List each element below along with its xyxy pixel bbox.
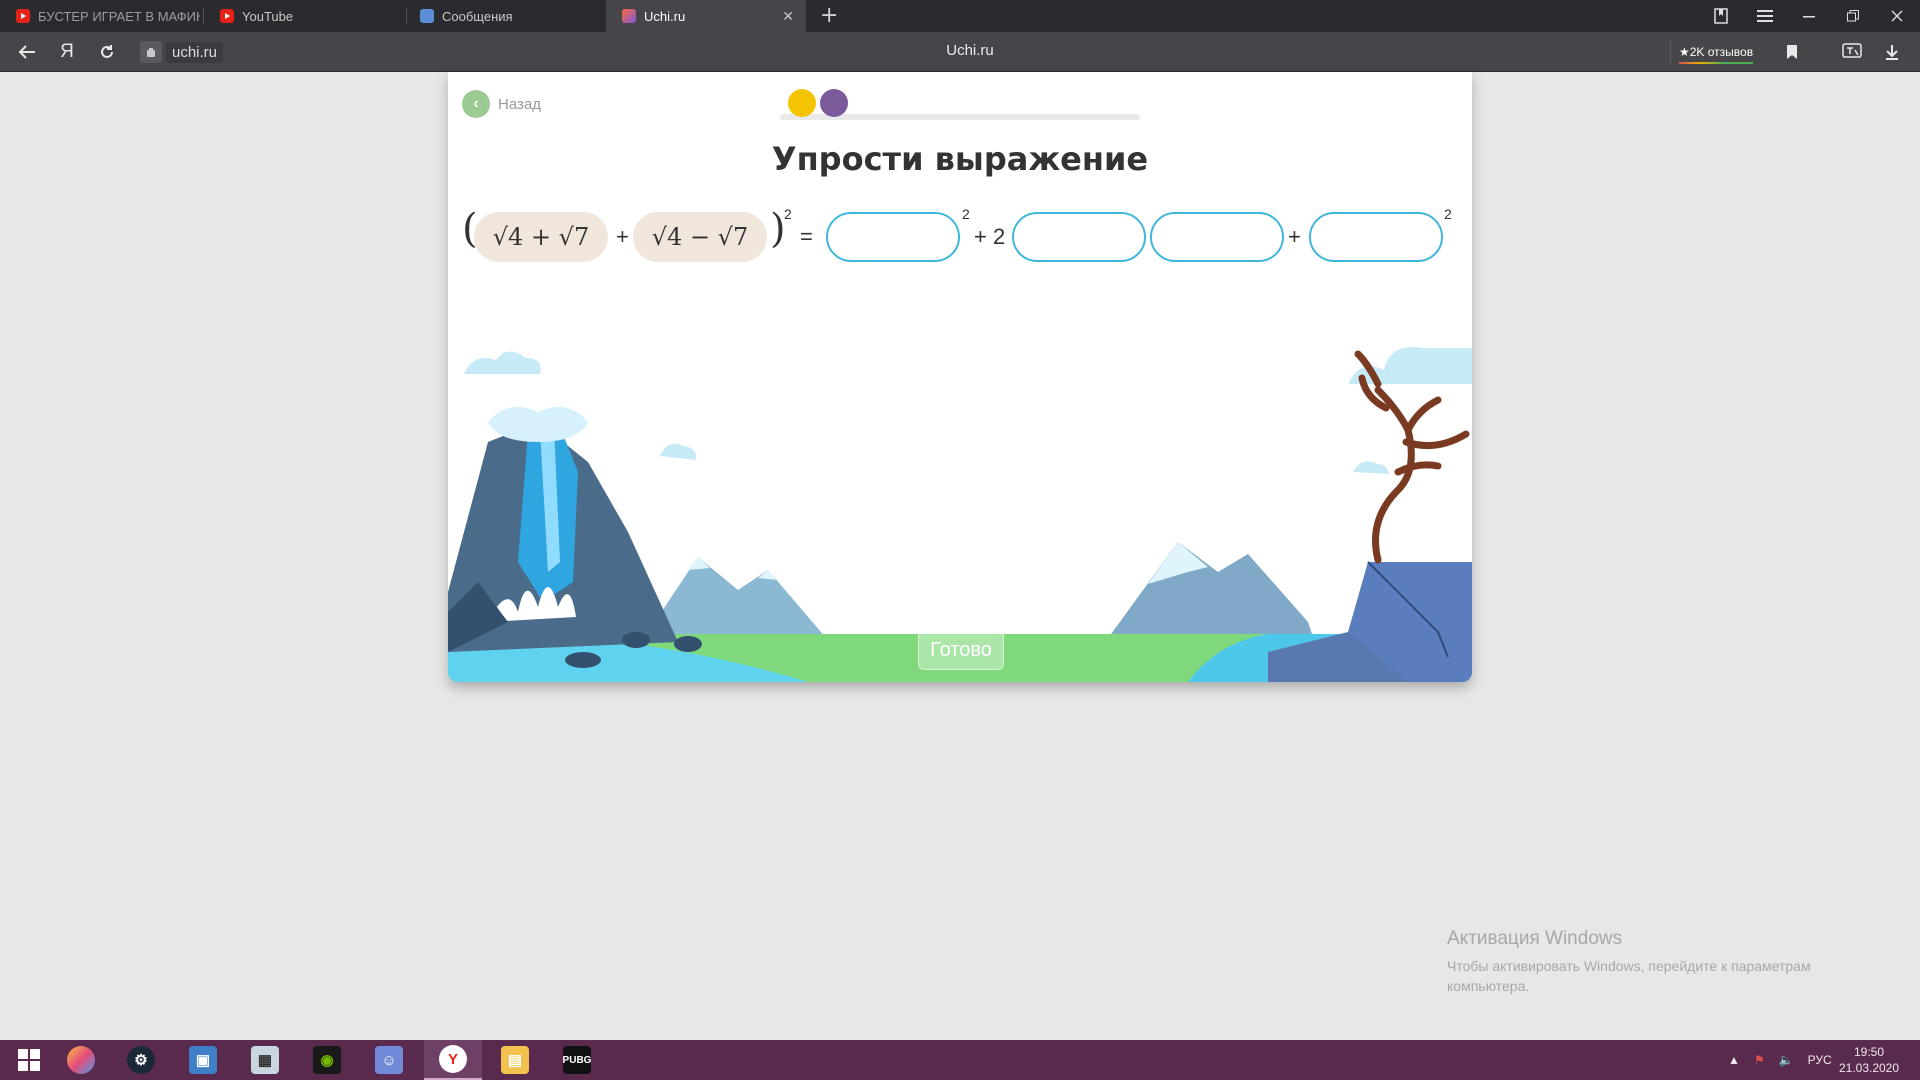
answer-input-3[interactable]	[1150, 212, 1284, 262]
restore-icon[interactable]	[1831, 0, 1875, 32]
taskbar-files[interactable]: ▤	[486, 1040, 544, 1080]
equals-sign: =	[800, 224, 813, 249]
discord-icon: ☺	[375, 1046, 403, 1074]
progress-dot-done	[788, 89, 816, 117]
steam-icon: ⚙	[127, 1046, 155, 1074]
stone-shape	[565, 652, 601, 668]
exponent: 2	[962, 206, 970, 222]
answer-input-1[interactable]	[826, 212, 960, 262]
tab-bar: БУСТЕР ИГРАЕТ В МАФИЮ YouTube Сообщения …	[0, 0, 1920, 32]
taskbar-pubg[interactable]: PUBG	[548, 1040, 606, 1080]
taskbar-discord[interactable]: ☺	[360, 1040, 418, 1080]
close-window-icon[interactable]	[1875, 0, 1919, 32]
task-card: ‹ Назад Упрости выражение ( √4 + √7 + √4…	[448, 72, 1472, 682]
new-tab-button[interactable]: +	[820, 3, 838, 28]
term-2-text: √4 − √7	[651, 223, 749, 251]
answer-input-4[interactable]	[1309, 212, 1443, 262]
page-title: Uchi.ru	[946, 42, 994, 59]
term-1-text: √4 + √7	[492, 223, 590, 251]
tab-label: БУСТЕР ИГРАЕТ В МАФИЮ	[38, 8, 200, 24]
tab-label: YouTube	[242, 8, 294, 24]
yandex-browser-icon: Y	[439, 1045, 467, 1073]
plus-sign: +	[616, 224, 629, 249]
taskbar: ⚙ ▣ ▦ ◉ ☺ Y ▤ PUBG ▲ ⚑ 🔈 РУС 19:50 21.03…	[0, 1040, 1920, 1080]
close-icon[interactable]: ✕	[782, 8, 794, 25]
files-icon: ▤	[501, 1046, 529, 1074]
minimize-icon[interactable]	[1787, 0, 1831, 32]
bookmarks-panel-icon[interactable]	[1699, 0, 1743, 32]
reviews-rating-bar	[1679, 62, 1754, 64]
taskbar-steam[interactable]: ⚙	[112, 1040, 170, 1080]
plus-two: + 2	[974, 224, 1006, 249]
translate-icon[interactable]	[1834, 32, 1870, 72]
pubg-icon: PUBG	[563, 1046, 591, 1074]
youtube-icon	[220, 9, 234, 23]
done-button[interactable]: Готово	[918, 630, 1004, 670]
tab-label: Uchi.ru	[644, 8, 686, 24]
uchi-icon	[622, 9, 636, 23]
tab-label: Сообщения	[442, 8, 513, 24]
tab-uchi[interactable]: Uchi.ru ✕	[606, 0, 806, 32]
landscape-illustration	[448, 346, 1472, 682]
stone-shape	[622, 632, 650, 648]
bookmark-icon[interactable]	[1774, 32, 1810, 72]
windows-start-button[interactable]	[0, 1040, 58, 1080]
term-pill-1: √4 + √7	[474, 212, 608, 262]
cloud-shape	[464, 351, 541, 374]
system-tray: ▲ ⚑ 🔈 РУС	[1728, 1040, 1832, 1080]
youtube-icon	[16, 9, 30, 23]
term-pill-2: √4 − √7	[633, 212, 767, 262]
activation-title: Активация Windows	[1447, 928, 1623, 949]
stone-shape	[674, 636, 702, 652]
taskbar-yandex-browser[interactable]: Y	[424, 1040, 482, 1080]
activation-subtitle: Чтобы активировать Windows, перейдите к …	[1447, 958, 1811, 994]
flag-icon[interactable]: ⚑	[1754, 1053, 1765, 1067]
clock-time: 19:50	[1853, 1045, 1885, 1059]
chevron-up-icon[interactable]: ▲	[1728, 1053, 1740, 1067]
back-link[interactable]: ‹ Назад	[462, 90, 541, 118]
windows-start-icon	[18, 1049, 40, 1071]
task-title: Упрости выражение	[771, 140, 1149, 178]
taskbar-calculator[interactable]: ▦	[236, 1040, 294, 1080]
chevron-left-icon: ‹	[462, 90, 490, 118]
windows-activation-watermark: Активация Windows Чтобы активировать Win…	[1447, 928, 1877, 996]
menu-icon[interactable]	[1743, 0, 1787, 32]
cloud-shape	[660, 443, 697, 460]
tab-messages[interactable]: Сообщения	[404, 0, 604, 32]
answer-input-2[interactable]	[1012, 212, 1146, 262]
exponent: 2	[1444, 206, 1452, 222]
taskbar-paint[interactable]	[52, 1040, 110, 1080]
taskbar-nvidia[interactable]: ◉	[298, 1040, 356, 1080]
explorer-icon: ▣	[189, 1046, 217, 1074]
calculator-icon: ▦	[251, 1046, 279, 1074]
paint-icon	[67, 1046, 95, 1074]
exponent: 2	[784, 206, 792, 222]
taskbar-explorer[interactable]: ▣	[174, 1040, 232, 1080]
tab-booster[interactable]: БУСТЕР ИГРАЕТ В МАФИЮ	[0, 0, 200, 32]
volume-icon[interactable]: 🔈	[1779, 1053, 1794, 1067]
clock[interactable]: 19:50 21.03.2020	[1834, 1044, 1904, 1076]
plus-sign: +	[1288, 224, 1301, 249]
address-bar: Я uchi.ru Uchi.ru ★2K отзывов	[0, 32, 1920, 72]
language-indicator[interactable]: РУС	[1808, 1053, 1832, 1067]
nvidia-icon: ◉	[313, 1046, 341, 1074]
cloud-shape	[1353, 461, 1389, 474]
reviews-label: ★2K отзывов	[1679, 45, 1754, 59]
back-label: Назад	[498, 95, 541, 113]
clock-date: 21.03.2020	[1838, 1061, 1900, 1075]
tab-youtube[interactable]: YouTube	[204, 0, 404, 32]
tree-shape	[1354, 350, 1470, 564]
reviews-badge[interactable]: ★2K отзывов	[1670, 40, 1761, 64]
messages-icon	[420, 9, 434, 23]
progress-dot-current	[820, 89, 848, 117]
download-icon[interactable]	[1874, 32, 1910, 72]
